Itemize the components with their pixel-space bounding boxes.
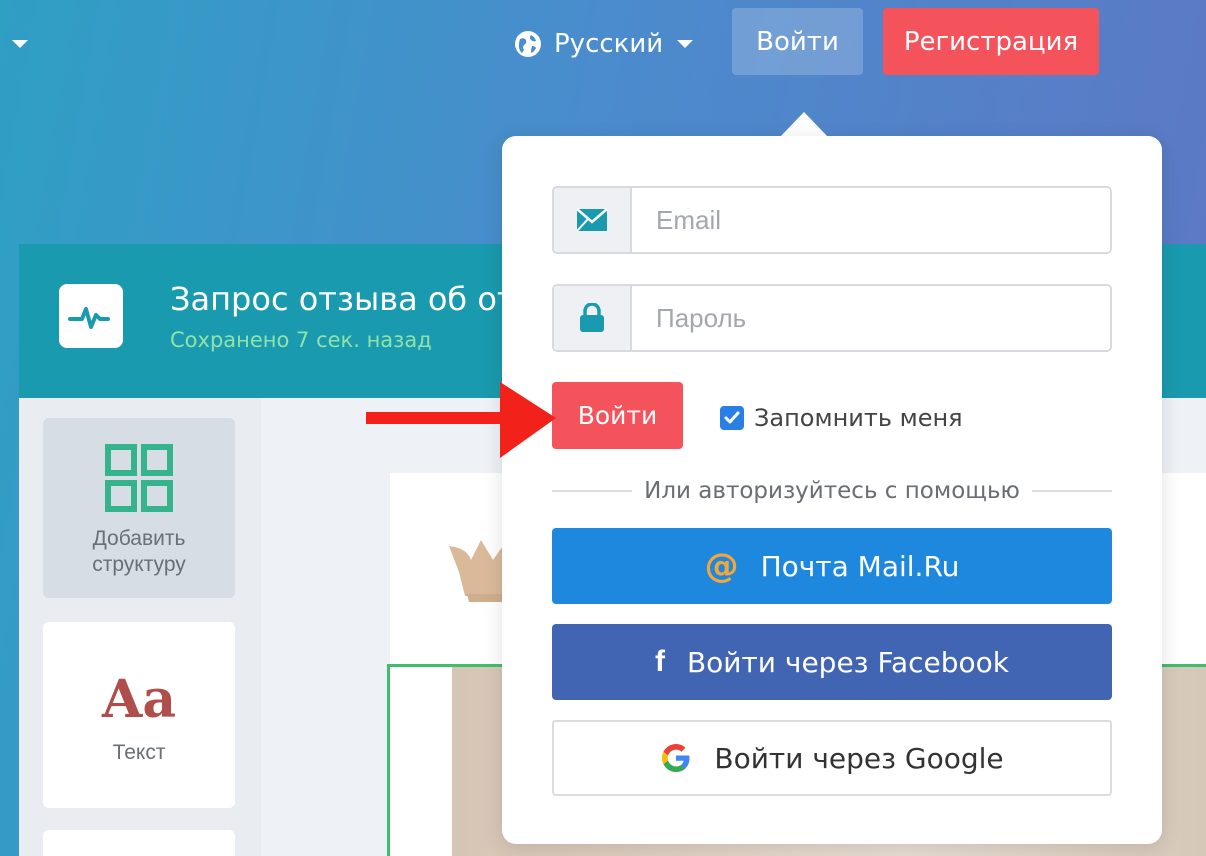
email-input[interactable]: [632, 188, 1110, 252]
mailru-login-button[interactable]: @ Почта Mail.Ru: [552, 528, 1112, 604]
password-addon: [554, 286, 632, 350]
email-field: [552, 186, 1112, 254]
document-title: Запрос отзыва об от: [170, 280, 516, 318]
google-login-button[interactable]: Войти через Google: [552, 720, 1112, 796]
google-label: Войти через Google: [714, 741, 1004, 775]
saved-status: Сохранено 7 сек. назад: [170, 328, 432, 352]
facebook-login-button[interactable]: f Войти через Facebook: [552, 624, 1112, 700]
globe-icon: [515, 31, 541, 57]
language-label: Русский: [554, 29, 664, 59]
app-logo-icon: [59, 284, 123, 348]
blocks-sidebar: Добавить структуру Aa Текст: [19, 398, 261, 856]
social-divider: Или авторизуйтесь с помощью: [552, 476, 1112, 506]
password-field: [552, 284, 1112, 352]
login-submit-button[interactable]: Войти: [552, 382, 683, 449]
divider-line: [1031, 490, 1112, 492]
language-selector[interactable]: Русский: [514, 26, 694, 62]
google-icon: [662, 744, 690, 772]
mailru-label: Почта Mail.Ru: [760, 549, 960, 583]
envelope-icon: [576, 208, 608, 232]
chevron-down-icon: [677, 40, 694, 48]
add-structure-label: Добавить структуру: [92, 527, 186, 577]
facebook-icon: f: [654, 645, 665, 678]
facebook-label: Войти через Facebook: [686, 645, 1010, 679]
annotation-arrow-icon: [366, 382, 556, 458]
header-register-button[interactable]: Регистрация: [883, 8, 1099, 75]
divider-text: Или авторизуйтесь с помощью: [644, 478, 1020, 504]
divider-line: [552, 490, 633, 492]
header-login-button[interactable]: Войти: [732, 8, 863, 75]
remember-label: Запомнить меня: [754, 404, 963, 432]
remember-checkbox[interactable]: [720, 406, 744, 430]
remember-me[interactable]: Запомнить меня: [720, 404, 963, 432]
nav-dropdown-caret-icon[interactable]: [12, 40, 28, 48]
email-addon: [554, 188, 632, 252]
block-tile[interactable]: [43, 830, 235, 856]
password-input[interactable]: [632, 286, 1110, 350]
add-structure-tile[interactable]: Добавить структуру: [43, 418, 235, 598]
grid-icon: [105, 444, 173, 512]
popover-pointer: [780, 112, 828, 137]
text-aa-icon: Aa: [101, 669, 177, 730]
mailru-at-icon: @: [704, 546, 739, 586]
lock-icon: [580, 303, 604, 332]
text-block-label: Текст: [112, 741, 166, 764]
login-popover: Войти Запомнить меня Или авторизуйтесь с…: [502, 136, 1162, 844]
checkmark-icon: [724, 411, 740, 424]
text-block-tile[interactable]: Aa Текст: [43, 622, 235, 808]
